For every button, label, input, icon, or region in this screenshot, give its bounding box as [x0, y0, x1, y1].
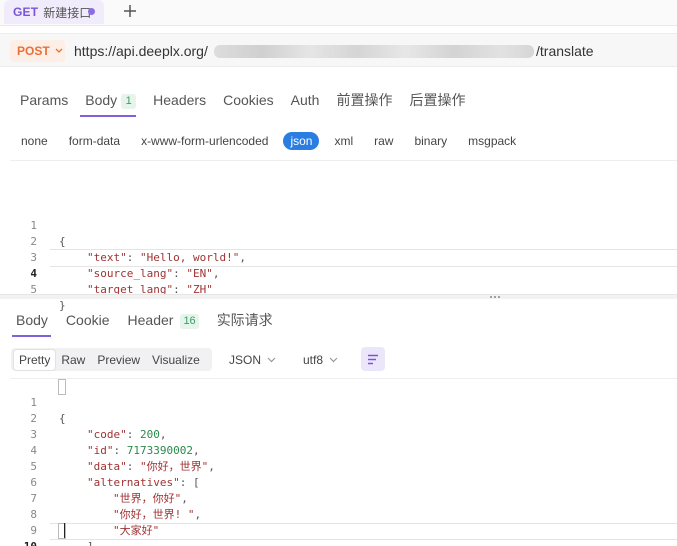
line-number: 10	[0, 539, 37, 546]
code-line: 2 "code": 200,	[0, 395, 677, 441]
code-line: 1 {	[0, 379, 677, 425]
url-bar: POST https://api.deeplx.org/ /translate	[0, 33, 677, 67]
response-tab-body[interactable]: Body	[16, 312, 48, 328]
request-tab-name: 新建接口	[43, 5, 92, 20]
url-redacted-segment	[214, 45, 534, 58]
request-tab-method: GET	[13, 5, 39, 19]
response-tab-header-badge: 16	[180, 313, 199, 329]
view-mode-visualize[interactable]: Visualize	[146, 350, 206, 370]
add-tab-button[interactable]	[120, 1, 140, 21]
format-button[interactable]	[361, 347, 385, 371]
body-type-binary[interactable]: binary	[414, 134, 447, 148]
response-encoding-select[interactable]: utf8	[303, 351, 338, 369]
code-line: 3 "id": 7173390002,	[0, 411, 677, 457]
response-tab-cookie[interactable]: Cookie	[66, 312, 110, 328]
body-type-msgpack[interactable]: msgpack	[468, 134, 516, 148]
pane-splitter[interactable]	[0, 294, 677, 299]
tab-body-badge: 1	[121, 93, 137, 109]
format-lines-icon	[368, 354, 378, 364]
drag-handle-icon[interactable]	[490, 295, 504, 299]
code-line: 3 "source_lang": "EN",	[0, 234, 677, 280]
body-type-xml[interactable]: xml	[334, 134, 353, 148]
response-section-tabs: Body Cookie Header 16 实际请求	[16, 310, 291, 330]
code-line: 6 "世界，你好",	[0, 459, 677, 505]
method-select[interactable]: POST	[10, 40, 65, 62]
method-label: POST	[17, 44, 50, 58]
unsaved-dot-icon	[88, 8, 95, 15]
tab-cookies[interactable]: Cookies	[223, 92, 274, 108]
response-encoding-label: utf8	[303, 353, 324, 367]
chevron-down-icon	[329, 357, 338, 363]
request-tab-strip: GET 新建接口	[0, 0, 677, 26]
text-cursor	[64, 523, 65, 538]
response-body-viewer[interactable]: 1 { 2 "code": 200, 3 "id": 7173390002, 4…	[0, 379, 677, 546]
url-input-suffix[interactable]: /translate	[536, 43, 594, 59]
chevron-down-icon	[55, 48, 63, 53]
tab-body[interactable]: Body 1	[85, 91, 137, 109]
code-line: 10 }	[0, 523, 677, 546]
request-section-tabs: Params Body 1 Headers Cookies Auth 前置操作 后…	[20, 90, 482, 110]
tab-body-label: Body	[85, 91, 118, 108]
divider	[10, 160, 677, 161]
view-mode-raw[interactable]: Raw	[55, 350, 91, 370]
view-mode-pretty[interactable]: Pretty	[14, 349, 56, 370]
code-line: 5 "alternatives": [	[0, 443, 677, 489]
response-tab-actual-request[interactable]: 实际请求	[217, 310, 273, 330]
response-view-mode: Pretty Raw Preview Visualize	[11, 348, 212, 371]
code-line: 8 "大家好"	[0, 491, 677, 537]
body-type-options: none form-data x-www-form-urlencoded jso…	[21, 131, 537, 151]
tab-params[interactable]: Params	[20, 92, 68, 108]
body-type-urlencoded[interactable]: x-www-form-urlencoded	[141, 134, 268, 148]
url-input-prefix[interactable]: https://api.deeplx.org/	[74, 43, 208, 59]
code-text: ]	[87, 539, 94, 546]
tab-headers[interactable]: Headers	[153, 92, 206, 108]
response-format-select[interactable]: JSON	[229, 351, 276, 369]
response-format-label: JSON	[229, 353, 262, 367]
code-line: 7 "你好，世界! ",	[0, 475, 677, 521]
plus-icon	[124, 5, 136, 17]
active-tab-underline	[80, 115, 136, 117]
code-line: 4 "target_lang": "ZH"	[0, 250, 677, 296]
tab-pre-actions[interactable]: 前置操作	[336, 90, 392, 110]
view-mode-preview[interactable]: Preview	[91, 350, 146, 370]
code-line: 9 ]	[0, 507, 677, 546]
request-tab[interactable]: GET 新建接口	[4, 0, 104, 24]
code-line: 5 }	[0, 266, 677, 312]
code-line: 4 "data": "你好，世界",	[0, 427, 677, 473]
tab-auth[interactable]: Auth	[291, 92, 320, 108]
body-type-none[interactable]: none	[21, 134, 48, 148]
body-type-form-data[interactable]: form-data	[69, 134, 120, 148]
response-tab-header[interactable]: Header 16	[128, 312, 199, 329]
active-tab-underline	[12, 335, 51, 337]
chevron-down-icon	[267, 357, 276, 363]
body-type-json[interactable]: json	[283, 132, 320, 150]
code-line: 2 "text": "Hello, world!",	[0, 218, 677, 264]
request-body-editor[interactable]: 1 { 2 "text": "Hello, world!", 3 "source…	[0, 202, 677, 312]
body-type-raw[interactable]: raw	[374, 134, 393, 148]
tab-post-actions[interactable]: 后置操作	[409, 90, 465, 110]
code-line: 1 {	[0, 202, 677, 248]
response-tab-header-label: Header	[127, 311, 174, 328]
